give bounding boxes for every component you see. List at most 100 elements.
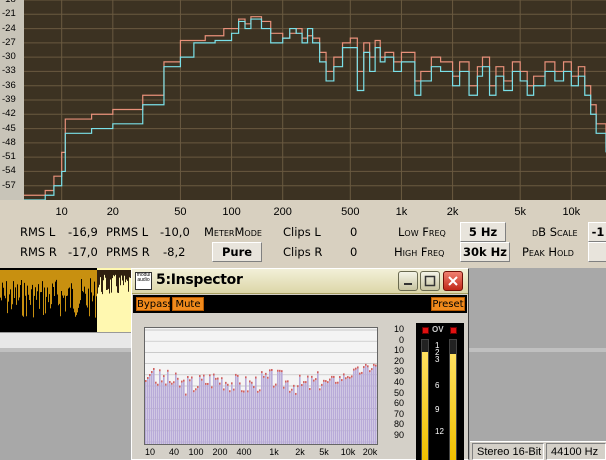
- db-tick-label: 60: [393, 398, 404, 409]
- y-tick-label: -42: [2, 108, 16, 120]
- x-tick-label: 5k: [514, 206, 526, 218]
- inspector-spectrum: [144, 327, 378, 445]
- inspector-x-tick-label: 1k: [269, 447, 279, 457]
- y-tick-label: -24: [2, 22, 16, 34]
- rms-l-label: RMS L: [20, 225, 56, 239]
- db-tick-label: 40: [393, 377, 404, 387]
- y-tick-label: -18: [2, 0, 16, 5]
- inspector-title: 5:Inspector: [156, 272, 243, 288]
- inspector-window: modul audio 5:Inspector Bypass Mute Pres…: [131, 268, 469, 460]
- spectrum-chart: [24, 0, 606, 200]
- maximize-icon: [424, 275, 436, 287]
- vu-scale-label: 3: [435, 355, 440, 364]
- vu-level-left: [422, 352, 428, 460]
- db-tick-label: 80: [393, 419, 404, 430]
- x-tick-label: 50: [174, 206, 187, 218]
- inspector-x-tick-label: 40: [168, 447, 180, 457]
- inspector-x-tick-label: 2k: [295, 447, 305, 457]
- clips-l-value: 0: [350, 225, 358, 239]
- db-tick-label: 90: [393, 430, 404, 440]
- db-tick-label: 70: [393, 408, 404, 419]
- prms-r-label: PRMS R: [106, 245, 150, 259]
- inspector-titlebar[interactable]: modul audio 5:Inspector: [132, 269, 468, 294]
- x-tick-label: 1k: [395, 206, 408, 218]
- prms-l-value: -10,0: [160, 225, 190, 239]
- db-scale-label: dB Scale: [532, 225, 578, 239]
- vu-scale-label: 9: [435, 405, 440, 414]
- plugin-toolbar: Bypass Mute Preset: [133, 295, 467, 313]
- rms-r-value: -17,0: [68, 245, 98, 259]
- inspector-x-tick-label: 400: [236, 447, 252, 457]
- y-tick-label: -51: [2, 151, 16, 163]
- low-freq-label: Low Freq: [398, 225, 446, 239]
- peak-hold-button[interactable]: [588, 242, 606, 262]
- db-tick-label: 10: [393, 324, 404, 334]
- peak-hold-label: Peak Hold: [522, 245, 574, 259]
- maximize-button[interactable]: [420, 271, 440, 291]
- x-tick-label: 500: [341, 206, 360, 218]
- status-sample-rate: 44100 Hz: [546, 443, 606, 460]
- waveform-view: [0, 268, 133, 332]
- close-button[interactable]: [443, 271, 463, 291]
- clips-r-value: 0: [350, 245, 358, 259]
- x-tick-label: 100: [222, 206, 241, 218]
- inspector-db-scale: 10 0 10 20 30 40 50 60 70 80 90: [382, 325, 408, 449]
- db-scale-button[interactable]: -1: [588, 222, 606, 242]
- prms-r-value: -8,2: [163, 245, 186, 259]
- vu-level-right: [450, 354, 456, 460]
- x-tick-label: 2k: [446, 206, 459, 218]
- vu-bar-left: [421, 339, 429, 460]
- y-axis-labels: -18 -21 -24 -27 -30 -33 -36 -39 -42 -45 -48 -51 -54 -…: [0, 0, 24, 200]
- rms-l-value: -16,9: [68, 225, 98, 239]
- y-tick-label: -48: [2, 136, 16, 148]
- y-tick-label: -27: [2, 36, 16, 48]
- x-tick-label: 20: [106, 206, 119, 218]
- bypass-button[interactable]: Bypass: [136, 297, 173, 311]
- meter-row-left: RMS L -16,9 PRMS L -10,0 MeterMode Clips…: [0, 222, 606, 242]
- series-line-r: [24, 18, 606, 200]
- y-tick-label: -30: [2, 51, 16, 63]
- y-tick-label: -54: [2, 165, 16, 177]
- inspector-x-labels: 10 40 100 200 400 1k 2k 5k 10k 20k: [144, 447, 378, 459]
- inspector-x-tick-label: 100: [188, 447, 204, 457]
- y-tick-label: -36: [2, 79, 16, 91]
- high-freq-button[interactable]: 30k Hz: [460, 242, 510, 262]
- db-tick-label: 30: [393, 366, 404, 377]
- y-tick-label: -39: [2, 94, 16, 105]
- plugin-logo-icon: modul audio: [135, 272, 152, 290]
- inspector-x-tick-label: 5k: [319, 447, 329, 457]
- low-freq-button[interactable]: 5 Hz: [460, 222, 506, 242]
- meter-mode-button[interactable]: Pure: [212, 242, 262, 262]
- vu-meter: OV 1 2 3 6 9 12: [416, 323, 464, 460]
- meter-row-right: RMS R -17,0 PRMS R -8,2 Pure Clips R 0 H…: [0, 242, 606, 262]
- clips-r-label: Clips R: [283, 245, 323, 259]
- clips-l-label: Clips L: [283, 225, 321, 239]
- inspector-spectrum-chart: [145, 329, 377, 444]
- track-scroll-strip[interactable]: [0, 332, 133, 348]
- db-tick-label: 50: [393, 387, 404, 398]
- inspector-x-tick-label: 200: [212, 447, 228, 457]
- y-tick-label: -33: [2, 65, 16, 77]
- close-icon: [448, 276, 458, 286]
- prms-l-label: PRMS L: [106, 225, 149, 239]
- y-tick-label: -45: [2, 122, 16, 134]
- x-tick-label: 10k: [562, 206, 581, 218]
- inspector-x-tick-label: 10: [144, 447, 156, 457]
- y-tick-label: -21: [2, 8, 16, 20]
- ov-led-right[interactable]: [450, 327, 457, 334]
- db-tick-label: 0: [398, 334, 404, 345]
- vu-scale-label: 12: [435, 427, 444, 436]
- x-tick-label: 200: [273, 206, 292, 218]
- ov-label: OV: [432, 325, 444, 334]
- inspector-x-tick-label: 10k: [340, 447, 356, 457]
- mute-button[interactable]: Mute: [172, 297, 204, 311]
- preset-button[interactable]: Preset: [431, 297, 465, 311]
- rms-r-label: RMS R: [20, 245, 57, 259]
- y-tick-label: -57: [2, 179, 16, 191]
- minimize-button[interactable]: [398, 271, 418, 291]
- db-tick-label: 20: [393, 355, 404, 366]
- x-axis-labels: 10 20 50 100 200 500 1k 2k 5k 10k: [0, 206, 606, 220]
- ov-led-left[interactable]: [422, 327, 429, 334]
- waveform-track[interactable]: [0, 268, 133, 332]
- high-freq-label: High Freq: [394, 245, 445, 259]
